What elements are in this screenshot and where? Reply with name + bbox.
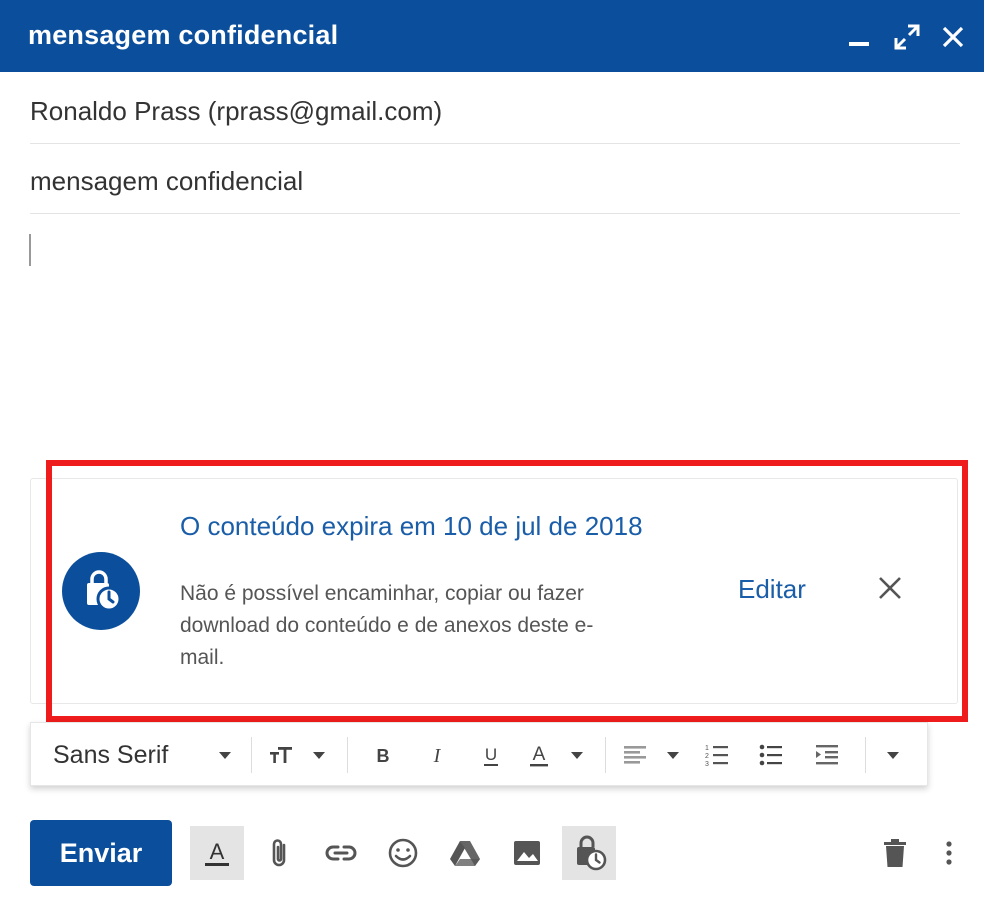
svg-text:A: A (210, 839, 225, 864)
svg-text:B: B (377, 746, 390, 766)
photo-icon[interactable] (500, 826, 554, 880)
bulleted-list-icon[interactable] (753, 723, 789, 787)
text-size-dropdown-icon[interactable] (307, 723, 331, 787)
font-select[interactable]: Sans Serif (53, 723, 168, 787)
toolbar-divider (865, 737, 866, 773)
indent-icon[interactable] (809, 723, 845, 787)
confidential-mode-icon[interactable] (562, 826, 616, 880)
toolbar-divider (605, 737, 606, 773)
italic-icon[interactable]: I (419, 723, 455, 787)
bold-icon[interactable]: B (365, 723, 401, 787)
expiration-title: O conteúdo expira em 10 de jul de 2018 (180, 511, 643, 541)
svg-text:1: 1 (705, 745, 709, 752)
recipient-field[interactable]: Ronaldo Prass (rprass@gmail.com) (30, 74, 960, 144)
compose-action-bar: Enviar A (0, 808, 984, 898)
compose-window-title: mensagem confidencial (28, 20, 339, 50)
svg-text:A: A (533, 744, 546, 765)
body-text-cursor[interactable] (29, 234, 31, 266)
trash-icon[interactable] (868, 826, 922, 880)
text-size-icon[interactable] (263, 723, 299, 787)
font-select-value: Sans Serif (53, 740, 169, 769)
numbered-list-icon[interactable]: 1 2 3 (699, 723, 735, 787)
link-icon[interactable] (314, 826, 368, 880)
attach-icon[interactable] (252, 826, 306, 880)
confidential-mode-icon (62, 552, 140, 630)
align-dropdown-icon[interactable] (661, 723, 685, 787)
minimize-icon[interactable] (844, 22, 874, 52)
formatting-toolbar: Sans Serif B I U A 1 2 3 (30, 722, 928, 786)
close-icon[interactable] (938, 22, 968, 52)
edit-link[interactable]: Editar (738, 574, 806, 605)
recipient-value: Ronaldo Prass (rprass@gmail.com) (30, 96, 443, 126)
drive-icon[interactable] (438, 826, 492, 880)
svg-text:2: 2 (705, 753, 709, 760)
toolbar-divider (251, 737, 252, 773)
subject-field[interactable]: mensagem confidencial (30, 144, 960, 214)
emoji-icon[interactable] (376, 826, 430, 880)
more-options-icon[interactable] (922, 826, 976, 880)
svg-text:I: I (433, 745, 442, 767)
font-dropdown-icon[interactable] (213, 723, 237, 787)
subject-value: mensagem confidencial (30, 166, 304, 196)
compose-title-bar: mensagem confidencial (0, 0, 984, 72)
toolbar-divider (347, 737, 348, 773)
banner-close-icon[interactable] (874, 572, 906, 604)
text-color-dropdown-icon[interactable] (565, 723, 589, 787)
svg-text:U: U (485, 745, 497, 764)
send-button[interactable]: Enviar (30, 820, 172, 886)
svg-text:3: 3 (705, 761, 709, 768)
underline-icon[interactable]: U (473, 723, 509, 787)
more-formatting-icon[interactable] (881, 723, 905, 787)
expand-icon[interactable] (892, 22, 922, 52)
formatting-options-icon[interactable]: A (190, 826, 244, 880)
text-color-icon[interactable]: A (521, 723, 557, 787)
align-icon[interactable] (617, 723, 653, 787)
restriction-description: Não é possível encaminhar, copiar ou faz… (180, 582, 594, 669)
